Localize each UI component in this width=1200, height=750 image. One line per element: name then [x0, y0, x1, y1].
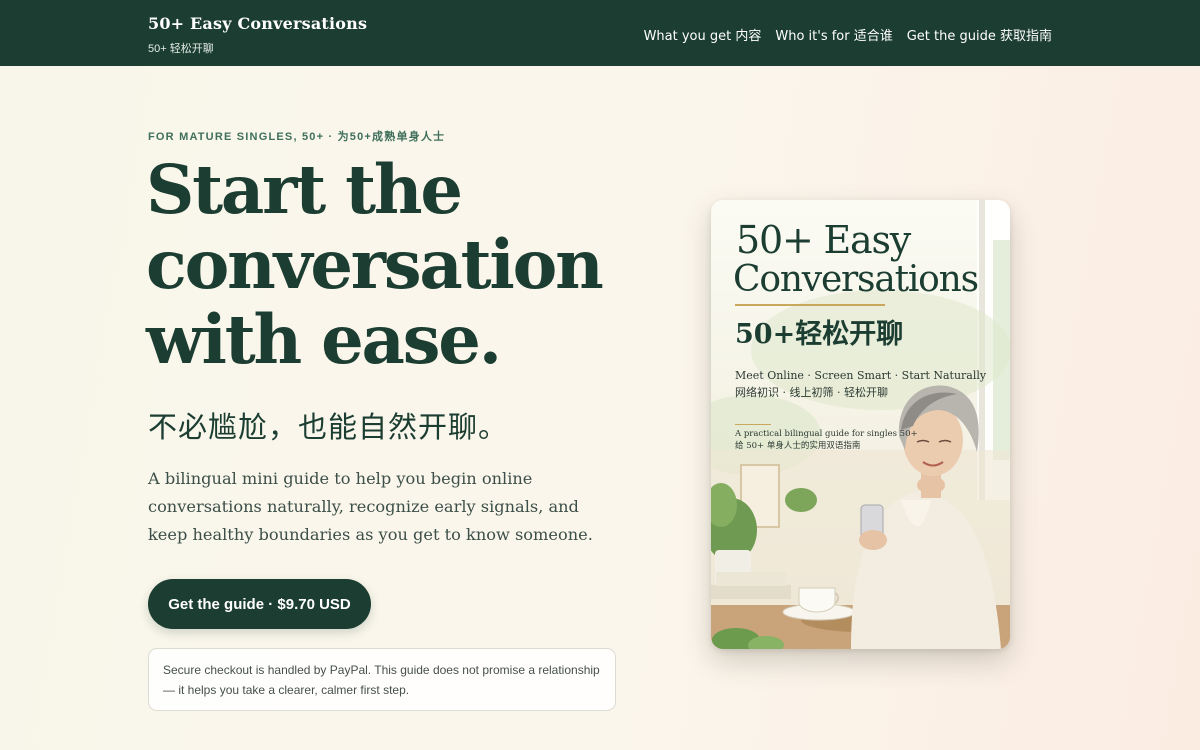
- cover-gold-rule: [735, 304, 885, 306]
- cover-title-line-2: Conversations: [733, 259, 979, 300]
- hero-eyebrow: FOR MATURE SINGLES, 50+ · 为50+成熟单身人士: [148, 131, 446, 143]
- cover-tagline-zh: 网络初识 · 线上初筛 · 轻松开聊: [735, 385, 888, 399]
- hero-subhead-zh: 不必尴尬，也能自然开聊。: [148, 410, 509, 444]
- brand-subtitle: 50+ 轻松开聊: [148, 43, 214, 55]
- cover-tagline: Meet Online · Screen Smart · Start Natur…: [735, 368, 987, 382]
- headline-line-3: with ease.: [146, 300, 502, 379]
- brand-title[interactable]: 50+ Easy Conversations: [148, 14, 367, 33]
- cover-title-line-1: 50+ Easy: [736, 218, 911, 262]
- hero-headline: Start the conversation with ease.: [146, 152, 666, 377]
- hero-lead: A bilingual mini guide to help you begin…: [148, 469, 593, 544]
- cover-small-rule: [735, 423, 771, 425]
- nav-what-you-get[interactable]: What you get 内容: [644, 25, 762, 44]
- brand[interactable]: 50+ Easy Conversations 50+ 轻松开聊: [148, 14, 367, 56]
- headline-line-2: conversation: [146, 225, 604, 304]
- nav-get-the-guide[interactable]: Get the guide 获取指南: [907, 25, 1052, 44]
- get-guide-button[interactable]: Get the guide · $9.70 USD: [148, 579, 371, 629]
- checkout-note: Secure checkout is handled by PayPal. Th…: [148, 648, 616, 711]
- cover-small-text-zh: 给 50+ 单身人士的实用双语指南: [735, 441, 861, 451]
- cover-title-zh: 50+轻松开聊: [735, 318, 904, 350]
- headline-line-1: Start the: [146, 150, 463, 229]
- cover-text: 50+ Easy Conversations 50+轻松开聊 Meet Onli…: [733, 218, 995, 451]
- top-nav: What you get 内容 Who it's for 适合谁 Get the…: [644, 25, 1052, 44]
- nav-who-its-for[interactable]: Who it's for 适合谁: [775, 25, 892, 44]
- cover-small-text: A practical bilingual guide for singles …: [735, 429, 918, 439]
- book-cover: 50+ Easy Conversations 50+轻松开聊 Meet Onli…: [711, 200, 1010, 649]
- site-header: 50+ Easy Conversations 50+ 轻松开聊 What you…: [0, 0, 1200, 66]
